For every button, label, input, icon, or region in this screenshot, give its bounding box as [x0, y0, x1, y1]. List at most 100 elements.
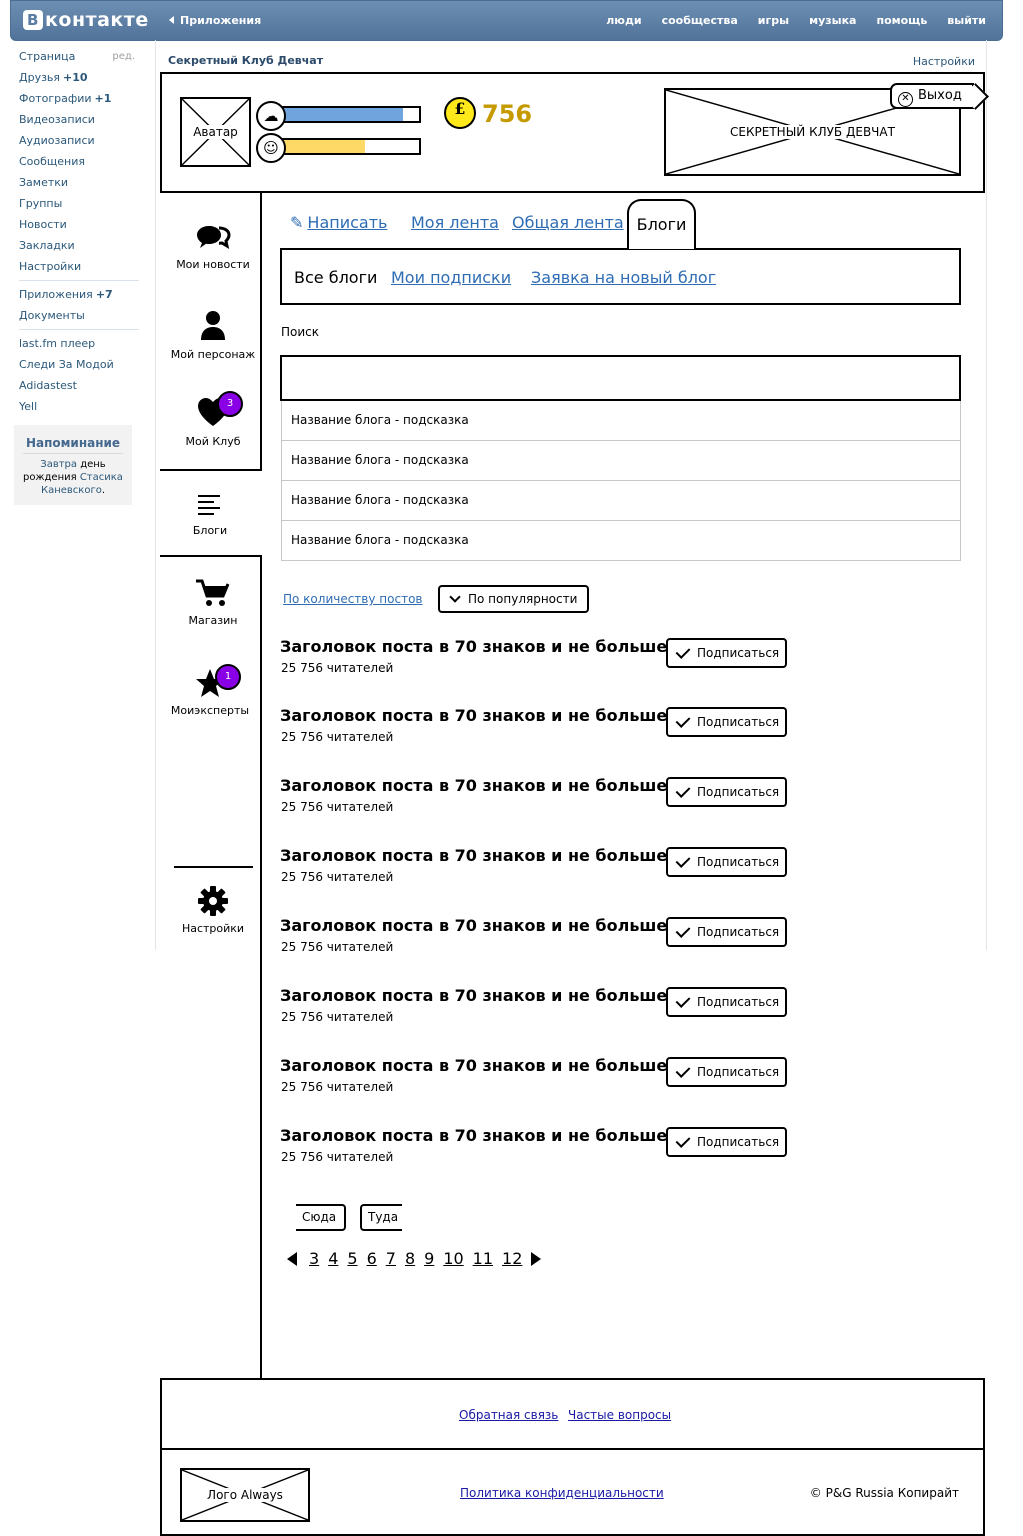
menu-item-messages[interactable]: Сообщения: [19, 155, 139, 176]
blog-title[interactable]: Заголовок поста в 70 знаков и не больше: [280, 1126, 667, 1145]
subtab-new-blog-request[interactable]: Заявка на новый блог: [531, 268, 716, 287]
reminder-date-link[interactable]: Завтра: [40, 459, 77, 470]
nav-my-club[interactable]: Мой Клуб: [163, 398, 263, 448]
menu-item-documents[interactable]: Документы: [19, 309, 139, 329]
menu-item-groups[interactable]: Группы: [19, 197, 139, 218]
faq-link[interactable]: Частые вопросы: [568, 1408, 671, 1422]
menu-item-bookmarks[interactable]: Закладки: [19, 239, 139, 260]
menu-item-photos[interactable]: Фотографии +1: [19, 92, 139, 113]
search-suggestion[interactable]: Название блога - подсказка: [281, 481, 961, 521]
menu-item-label: Группы: [19, 197, 63, 210]
blog-title[interactable]: Заголовок поста в 70 знаков и не больше: [280, 776, 667, 795]
blog-readers-count: 25 756 читателей: [281, 1150, 394, 1164]
sort-by-popularity-button[interactable]: По популярности: [438, 585, 589, 613]
search-suggestion[interactable]: Название блога - подсказка: [281, 401, 961, 441]
tab-write[interactable]: ✎ Написать: [290, 213, 387, 232]
next-page-icon[interactable]: [531, 1251, 542, 1266]
feedback-link[interactable]: Обратная связь: [459, 1408, 558, 1422]
blog-title[interactable]: Заголовок поста в 70 знаков и не больше: [280, 846, 667, 865]
subscribe-button[interactable]: Подписаться: [666, 638, 787, 668]
nav-label: Блоги: [192, 524, 228, 537]
page-link[interactable]: 3: [309, 1249, 319, 1268]
tab-common-feed[interactable]: Общая лента: [512, 213, 624, 232]
blog-title[interactable]: Заголовок поста в 70 знаков и не больше: [280, 916, 667, 935]
menu-item-notes[interactable]: Заметки: [19, 176, 139, 197]
reminder-dot: .: [101, 485, 106, 496]
exit-button[interactable]: ✕ Выход: [890, 83, 974, 109]
topnav-help[interactable]: помощь: [876, 14, 927, 27]
menu-item-friends[interactable]: Друзья +10: [19, 71, 139, 92]
page-link[interactable]: 7: [386, 1249, 396, 1268]
next-button[interactable]: Туда: [360, 1204, 402, 1231]
menu-item-apps[interactable]: Приложения +7: [19, 288, 139, 309]
menu-item-label: Друзья: [19, 71, 61, 84]
topnav-communities[interactable]: сообщества: [662, 14, 738, 27]
page-link[interactable]: 9: [424, 1249, 434, 1268]
page-link[interactable]: 5: [347, 1249, 357, 1268]
search-label: Поиск: [281, 325, 320, 339]
subscribe-label: Подписаться: [697, 1135, 780, 1149]
page-link[interactable]: 4: [328, 1249, 338, 1268]
nav-shop[interactable]: Магазин: [163, 578, 263, 627]
subtab-all-blogs[interactable]: Все блоги: [294, 268, 377, 287]
nav-blogs[interactable]: Блоги: [160, 490, 260, 537]
search-suggestion[interactable]: Название блога - подсказка: [281, 441, 961, 481]
subscribe-button[interactable]: Подписаться: [666, 987, 787, 1017]
app-settings-link[interactable]: Настройки: [913, 55, 975, 68]
menu-item-lastfm[interactable]: last.fm плеер: [19, 337, 139, 358]
search-suggestion[interactable]: Название блога - подсказка: [281, 521, 961, 561]
page-link[interactable]: 11: [473, 1249, 493, 1268]
sort-by-posts-link[interactable]: По количеству постов: [283, 592, 422, 606]
text-lines-icon: [160, 490, 260, 516]
nav-my-news[interactable]: Мои новости: [163, 222, 263, 271]
blog-title[interactable]: Заголовок поста в 70 знаков и не больше: [280, 706, 667, 725]
nav-my-experts[interactable]: Моиэксперты: [160, 668, 260, 717]
column-divider: [986, 40, 987, 950]
search-input[interactable]: [280, 355, 961, 401]
checkmark-icon: [675, 923, 691, 938]
subscribe-button[interactable]: Подписаться: [666, 1057, 787, 1087]
menu-item-yell[interactable]: Yell: [19, 400, 139, 421]
subscribe-button[interactable]: Подписаться: [666, 707, 787, 737]
blog-title[interactable]: Заголовок поста в 70 знаков и не больше: [280, 1056, 667, 1075]
subscribe-button[interactable]: Подписаться: [666, 1127, 787, 1157]
subscribe-button[interactable]: Подписаться: [666, 847, 787, 877]
subscribe-button[interactable]: Подписаться: [666, 777, 787, 807]
menu-item-settings[interactable]: Настройки: [19, 260, 139, 280]
privacy-link[interactable]: Политика конфиденциальности: [460, 1486, 664, 1500]
page-link[interactable]: 6: [367, 1249, 377, 1268]
subtab-my-subscriptions[interactable]: Мои подписки: [391, 268, 511, 287]
menu-item-news[interactable]: Новости: [19, 218, 139, 239]
subscribe-label: Подписаться: [697, 855, 780, 869]
topnav-logout[interactable]: выйти: [947, 14, 986, 27]
blog-title[interactable]: Заголовок поста в 70 знаков и не больше: [280, 986, 667, 1005]
prev-page-icon[interactable]: [287, 1251, 297, 1266]
nav-my-character[interactable]: Мой персонаж: [163, 310, 263, 361]
page-link[interactable]: 12: [502, 1249, 522, 1268]
avatar[interactable]: Аватар: [180, 97, 251, 167]
prev-button[interactable]: Сюда: [296, 1204, 346, 1231]
vk-logo[interactable]: В контакте: [23, 9, 149, 31]
page-link[interactable]: 10: [443, 1249, 463, 1268]
menu-item-videos[interactable]: Видеозаписи: [19, 113, 139, 134]
topnav-music[interactable]: музыка: [809, 14, 856, 27]
blog-title[interactable]: Заголовок поста в 70 знаков и не больше: [280, 637, 667, 656]
menu-item-adidastest[interactable]: Adidastest: [19, 379, 139, 400]
subscribe-button[interactable]: Подписаться: [666, 917, 787, 947]
sort-button-label: По популярности: [468, 592, 578, 606]
menu-item-audio[interactable]: Аудиозаписи: [19, 134, 139, 155]
vk-logo-text: контакте: [45, 9, 149, 31]
page-link[interactable]: 8: [405, 1249, 415, 1268]
menu-item-page[interactable]: Страница ред.: [19, 50, 139, 71]
topnav-games[interactable]: игры: [758, 14, 789, 27]
topnav-people[interactable]: люди: [606, 14, 641, 27]
menu-edit-link[interactable]: ред.: [112, 50, 135, 63]
checkmark-icon: [675, 713, 691, 728]
tab-blogs[interactable]: Блоги: [627, 199, 696, 249]
tab-my-feed[interactable]: Моя лента: [411, 213, 499, 232]
menu-item-fashion[interactable]: Следи За Модой: [19, 358, 139, 379]
nav-settings[interactable]: Настройки: [163, 886, 263, 935]
nav-divider: [174, 866, 253, 868]
menu-item-label: Фотографии: [19, 92, 92, 105]
apps-link[interactable]: Приложения: [169, 14, 261, 27]
